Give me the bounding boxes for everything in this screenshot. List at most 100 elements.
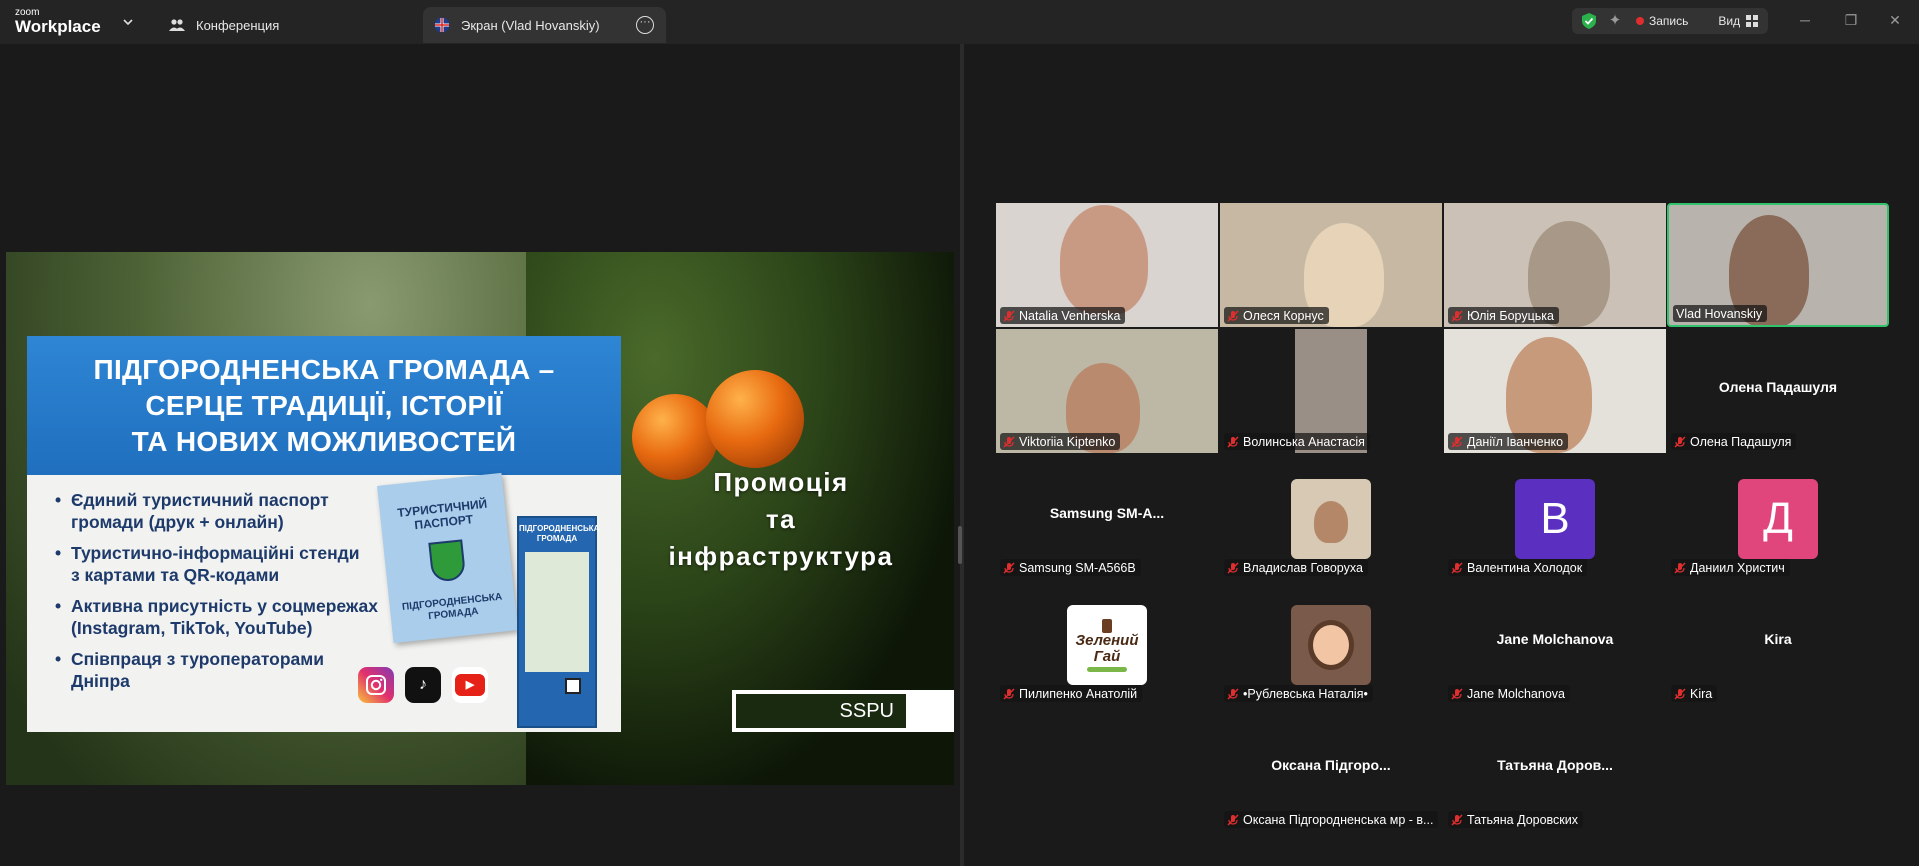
chevron-down-icon[interactable] (122, 16, 134, 28)
participant-tile[interactable]: •Рублевська Наталія• (1220, 581, 1442, 705)
participant-tile[interactable]: Оксана Підгоро... Оксана Підгородненська… (1220, 707, 1442, 831)
participant-tile[interactable]: Юлія Боруцька (1444, 203, 1666, 327)
participant-name-tag: Владислав Говоруха (1224, 559, 1368, 576)
participant-tile[interactable]: Татьяна Доров... Татьяна Доровских (1444, 707, 1666, 831)
logo-text: Зелений Гай (1075, 631, 1139, 665)
mic-muted-icon (1227, 436, 1239, 447)
participant-tile[interactable]: Даніїл Іванченко (1444, 329, 1666, 453)
slide-heading-line: СЕРЦЕ ТРАДИЦІЇ, ІСТОРІЇ (145, 389, 503, 421)
sspu-label: SSPU (736, 694, 906, 728)
mic-muted-icon (1227, 814, 1239, 825)
participant-tile[interactable]: Владислав Говоруха (1220, 455, 1442, 579)
participant-tile[interactable]: Волинська Анастасія (1220, 329, 1442, 453)
participant-name-tag: Viktoriia Kiptenko (1000, 433, 1121, 450)
tourist-passport-image: ТУРИСТИЧНИЙ ПАСПОРТ ПІДГОРОДНЕНСЬКА ГРОМ… (377, 472, 518, 644)
more-options-icon[interactable]: ··· (636, 16, 654, 34)
crest-icon (428, 539, 467, 583)
participant-name-tag: Vlad Hovanskiy (1673, 305, 1768, 322)
logo-workplace-text: Workplace (15, 17, 101, 36)
tab-screen-share[interactable]: Экран (Vlad Hovanskiy) ··· (423, 7, 666, 43)
recording-dot-icon (1636, 17, 1644, 25)
participant-tile[interactable]: Samsung SM-A... Samsung SM-A566B (996, 455, 1218, 579)
participant-name: Волинська Анастасія (1243, 434, 1365, 449)
gallery-view-icon[interactable] (1746, 15, 1759, 27)
passport-subtitle: ПІДГОРОДНЕНСЬКА ГРОМАДА (401, 591, 503, 623)
passport-title: ТУРИСТИЧНИЙ ПАСПОРТ (396, 496, 488, 533)
zoom-workplace-logo[interactable]: zoom Workplace (15, 8, 105, 38)
participant-tile-active-speaker[interactable]: Vlad Hovanskiy (1667, 203, 1889, 327)
participant-display-name: Jane Molchanova (1496, 631, 1614, 647)
participant-tile[interactable]: Олеся Корнус (1220, 203, 1442, 327)
split-divider[interactable] (960, 44, 964, 866)
participant-name-tag: Олеся Корнус (1224, 307, 1329, 324)
participant-tile[interactable]: Natalia Venherska (996, 203, 1218, 327)
mic-muted-icon (1451, 814, 1463, 825)
participant-name: Пилипенко Анатолій (1019, 686, 1138, 701)
participant-avatar-cartoon (1291, 605, 1371, 685)
participant-name: Даниил Христич (1690, 560, 1785, 575)
meeting-toolbar: ✦ Запись Вид (1572, 8, 1768, 34)
participant-name-tag: •Рублевська Наталія• (1224, 685, 1373, 702)
participant-name-tag: Валентина Холодок (1448, 559, 1588, 576)
participant-name: Татьяна Доровских (1467, 812, 1578, 827)
mic-muted-icon (1003, 688, 1015, 699)
mic-muted-icon (1003, 562, 1015, 573)
record-label[interactable]: Запись (1649, 14, 1688, 28)
participant-name-tag: Даніїл Іванченко (1448, 433, 1569, 450)
participant-name: Олеся Корнус (1243, 308, 1324, 323)
presentation-slide: ПІДГОРОДНЕНСЬКА ГРОМАДА – СЕРЦЕ ТРАДИЦІЇ… (6, 252, 954, 785)
participant-tile[interactable]: Д Даниил Христич (1667, 455, 1889, 579)
participant-display-name: Kira (1764, 631, 1792, 647)
view-button[interactable]: Вид (1718, 14, 1740, 28)
participant-name-tag: Юлія Боруцька (1448, 307, 1559, 324)
security-shield-icon[interactable] (1580, 12, 1598, 30)
participant-avatar-logo: Зелений Гай (1067, 605, 1147, 685)
participant-name: Даніїл Іванченко (1467, 434, 1564, 449)
orange-fruit-image (706, 370, 804, 468)
tab-screen-label: Экран (Vlad Hovanskiy) (461, 17, 600, 33)
participant-name-tag: Олена Падашуля (1671, 433, 1797, 450)
promo-line: інфраструктура (668, 541, 894, 571)
participant-name: Natalia Venherska (1019, 308, 1121, 323)
participant-tile[interactable]: Kira Kira (1667, 581, 1889, 705)
mic-muted-icon (1227, 310, 1239, 321)
mic-muted-icon (1674, 688, 1686, 699)
participant-tile[interactable]: В Валентина Холодок (1444, 455, 1666, 579)
tab-meeting[interactable]: Конференция (168, 7, 408, 43)
slide-heading-line: ПІДГОРОДНЕНСЬКА ГРОМАДА – (93, 353, 555, 385)
instagram-icon (358, 667, 394, 703)
mic-muted-icon (1451, 436, 1463, 447)
slide-heading-line: ТА НОВИХ МОЖЛИВОСТЕЙ (131, 425, 517, 457)
sspu-logo-box: SSPU (732, 690, 954, 732)
promo-line: Промоція (713, 467, 849, 497)
participant-name-tag: Пилипенко Анатолій (1000, 685, 1143, 702)
participant-name: Валентина Холодок (1467, 560, 1583, 575)
info-stand-image: ПІДГОРОДНЕНСЬКА ГРОМАДА (517, 516, 600, 728)
ai-companion-icon[interactable]: ✦ (1606, 12, 1624, 30)
participant-display-name: Оксана Підгоро... (1271, 757, 1391, 773)
resize-handle[interactable] (958, 526, 962, 564)
participant-tile[interactable]: Jane Molchanova Jane Molchanova (1444, 581, 1666, 705)
participant-tile[interactable]: Зелений Гай Пилипенко Анатолій (996, 581, 1218, 705)
uk-flag-icon (433, 16, 451, 34)
participant-video (1060, 205, 1148, 315)
participant-name: •Рублевська Наталія• (1243, 686, 1368, 701)
slide-bullet: Єдиний туристичний паспорт громади (друк… (55, 489, 415, 533)
restore-icon[interactable]: ❐ (1841, 10, 1861, 30)
participant-name-tag: Samsung SM-A566B (1000, 559, 1141, 576)
participant-tile[interactable]: Viktoriia Kiptenko (996, 329, 1218, 453)
mic-muted-icon (1451, 688, 1463, 699)
participant-name-tag: Kira (1671, 685, 1718, 702)
minimize-icon[interactable]: ─ (1795, 10, 1815, 30)
participant-name: Олена Падашуля (1690, 434, 1792, 449)
tiktok-icon: ♪ (405, 667, 441, 703)
mic-muted-icon (1451, 562, 1463, 573)
mic-muted-icon (1003, 310, 1015, 321)
slide-heading: ПІДГОРОДНЕНСЬКА ГРОМАДА – СЕРЦЕ ТРАДИЦІЇ… (27, 336, 621, 475)
mic-muted-icon (1227, 562, 1239, 573)
participant-name: Владислав Говоруха (1243, 560, 1363, 575)
participant-tile[interactable]: Олена Падашуля Олена Падашуля (1667, 329, 1889, 453)
close-icon[interactable]: ✕ (1885, 10, 1905, 30)
participant-name: Samsung SM-A566B (1019, 560, 1136, 575)
stand-title: ПІДГОРОДНЕНСЬКА ГРОМАДА (519, 524, 600, 543)
